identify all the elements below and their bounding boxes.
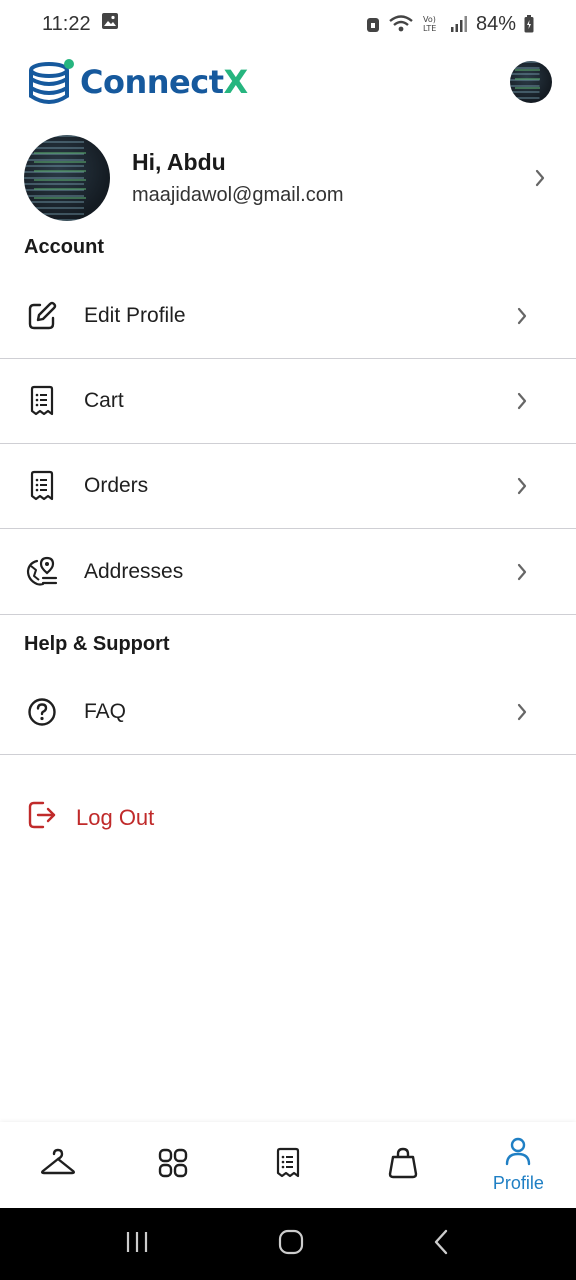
menu-item-edit-profile[interactable]: Edit Profile <box>0 274 576 359</box>
menu-label-addresses: Addresses <box>84 560 184 583</box>
question-circle-icon <box>24 694 60 730</box>
menu-item-cart[interactable]: Cart <box>0 359 576 444</box>
recent-apps-button[interactable] <box>124 1230 150 1259</box>
svg-text:Vo): Vo) <box>423 15 436 24</box>
chevron-right-icon <box>510 389 534 413</box>
menu-item-faq[interactable]: FAQ <box>0 670 576 755</box>
svg-text:LTE: LTE <box>423 24 436 33</box>
menu-label-orders: Orders <box>84 474 149 497</box>
brand-name-part1: Connect <box>80 63 224 101</box>
signal-icon <box>450 15 468 33</box>
menu-item-addresses[interactable]: Addresses <box>0 530 576 615</box>
battery-icon <box>524 15 534 33</box>
status-left: 11:22 <box>42 12 119 36</box>
brand-name-part2: X <box>223 63 249 101</box>
home-button[interactable] <box>277 1228 305 1261</box>
profile-avatar <box>24 135 110 221</box>
logout-label: Log Out <box>76 804 155 830</box>
profile-email: maajidawol@gmail.com <box>132 184 344 206</box>
status-time: 11:22 <box>42 12 91 35</box>
header-avatar[interactable] <box>510 61 552 103</box>
section-title-account: Account <box>24 236 104 258</box>
receipt-list-icon <box>273 1147 303 1184</box>
battery-percent: 84% <box>475 12 516 35</box>
chevron-right-icon <box>510 474 534 498</box>
grid-icon <box>157 1147 189 1184</box>
map-location-icon <box>24 554 60 590</box>
nav-label-profile: Profile <box>492 1173 544 1193</box>
system-nav-bar <box>0 1208 576 1280</box>
section-title-help-support: Help & Support <box>24 633 170 655</box>
wifi-icon <box>388 14 414 34</box>
back-button[interactable] <box>432 1228 452 1261</box>
user-icon <box>503 1136 533 1171</box>
brand-name: ConnectX <box>80 63 248 101</box>
chevron-right-icon <box>528 166 552 190</box>
chevron-right-icon <box>510 560 534 584</box>
gallery-icon <box>101 12 119 36</box>
logout-icon <box>26 800 58 835</box>
receipt-list-icon <box>24 383 60 419</box>
receipt-list-icon <box>24 468 60 504</box>
menu-item-orders[interactable]: Orders <box>0 444 576 529</box>
menu-label-edit-profile: Edit Profile <box>84 304 186 327</box>
bottom-nav: Profile <box>0 1122 576 1208</box>
status-right: Vo) LTE 84% <box>366 13 534 36</box>
chevron-right-icon <box>510 304 534 328</box>
nav-item-cart[interactable] <box>346 1122 461 1208</box>
nav-item-orders[interactable] <box>230 1122 345 1208</box>
profile-text: Hi, Abdu maajidawol@gmail.com <box>132 149 528 207</box>
brand-logo[interactable]: ConnectX <box>28 59 248 105</box>
chevron-right-icon <box>510 700 534 724</box>
app-header: ConnectX <box>0 50 576 114</box>
nav-item-profile[interactable]: Profile <box>461 1122 576 1208</box>
hanger-icon <box>40 1147 76 1184</box>
lock-notification-icon <box>366 15 380 33</box>
profile-card[interactable]: Hi, Abdu maajidawol@gmail.com <box>24 134 552 222</box>
status-bar: 11:22 Vo) LTE 84% <box>0 0 576 48</box>
menu-label-cart: Cart <box>84 389 124 412</box>
database-logo-icon <box>28 59 74 105</box>
profile-greeting: Hi, Abdu <box>132 149 226 175</box>
logout-button[interactable]: Log Out <box>26 800 154 835</box>
volte-icon: Vo) LTE <box>422 14 442 34</box>
edit-icon <box>24 298 60 334</box>
nav-item-home[interactable] <box>0 1122 115 1208</box>
menu-label-faq: FAQ <box>84 700 127 723</box>
nav-item-categories[interactable] <box>115 1122 230 1208</box>
shopping-bag-icon <box>387 1147 419 1184</box>
